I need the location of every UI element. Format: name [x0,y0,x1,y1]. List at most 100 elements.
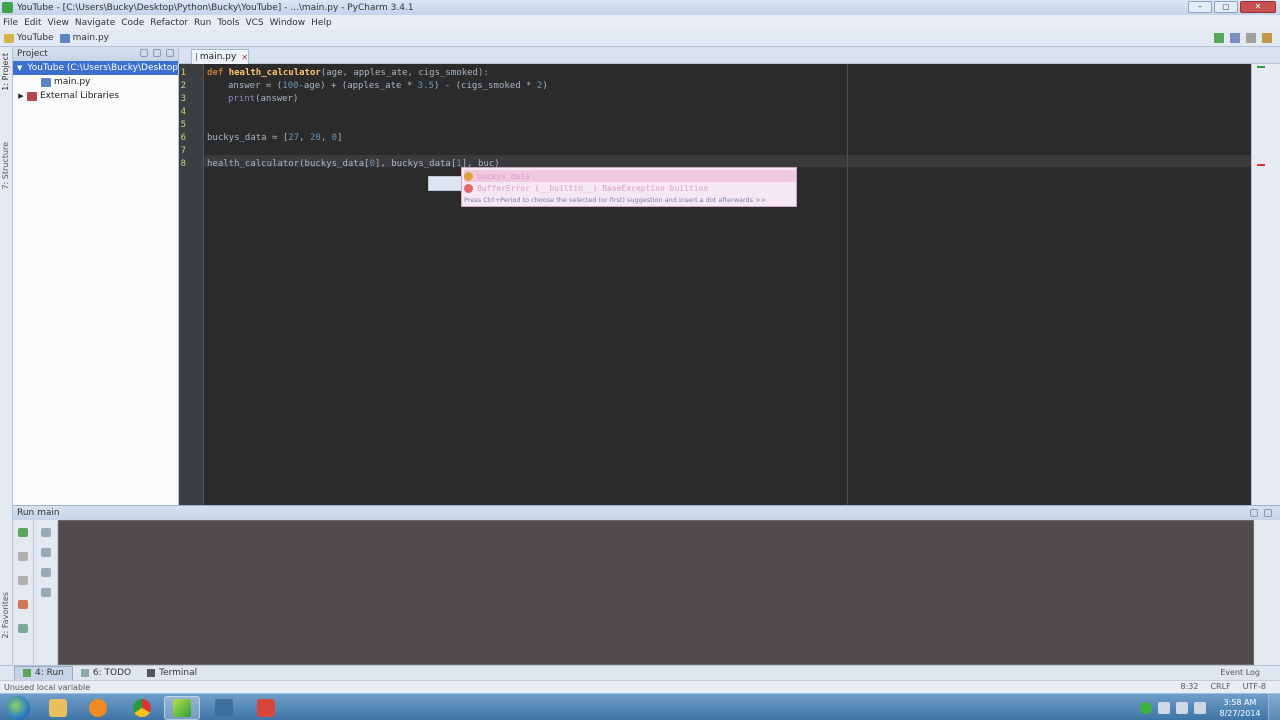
run-tool-button[interactable]: 4: Run [14,665,73,681]
start-button[interactable] [6,696,30,720]
menu-window[interactable]: Window [270,18,306,28]
code-line-3[interactable]: print(answer) [228,93,298,106]
sync-icon[interactable] [140,49,148,57]
code-line-1[interactable]: def health_calculator(age, apples_ate, c… [207,67,489,80]
right-tool-strip [1251,64,1280,505]
settings-icon[interactable] [1246,33,1256,43]
maximize-button[interactable]: ▢ [1214,1,1238,13]
console-scrollbar[interactable] [1254,520,1280,665]
taskbar-clock[interactable]: 3:58 AM 8/27/2014 [1212,697,1268,719]
variable-icon [464,171,473,181]
editor-tab-label: main.py [199,52,237,62]
wrap-icon[interactable] [41,568,51,577]
taskbar-chrome[interactable] [124,696,160,720]
code-editor[interactable]: def health_calculator(age, apples_ate, c… [204,64,1251,505]
menu-edit[interactable]: Edit [24,18,41,28]
window-controls: – ▢ ✕ [1188,1,1276,13]
rerun-icon[interactable] [18,528,28,537]
todo-icon [80,669,89,677]
help-icon[interactable] [18,624,28,633]
media-player-icon [89,699,107,717]
editor-tab-main-py[interactable]: main.py ✕ [191,49,249,64]
menu-view[interactable]: View [48,18,69,28]
project-panel-icons [140,49,174,57]
line-separator[interactable]: CRLF [1210,682,1230,691]
menu-navigate[interactable]: Navigate [75,18,115,28]
collapse-arrow-icon[interactable]: ▶ [17,92,25,100]
folder-icon [49,699,67,717]
terminal-tool-button[interactable]: Terminal [139,666,205,681]
structure-tool-button[interactable]: 7: Structure [1,142,10,190]
close-icon[interactable] [18,600,28,609]
folder-icon [4,33,14,43]
menu-run[interactable]: Run [194,18,211,28]
project-tool-button[interactable]: 1: Project [1,53,10,91]
taskbar-app-6[interactable] [248,696,284,720]
caret-position[interactable]: 8:32 [1181,682,1199,691]
project-panel-title[interactable]: Project [17,49,48,59]
down-arrow-icon[interactable] [41,548,51,557]
line-number: 3 [180,94,186,104]
tree-item-label: External Libraries [40,91,120,101]
up-arrow-icon[interactable] [41,528,51,537]
stop-icon[interactable] [18,576,28,585]
event-log-button[interactable]: Event Log [1220,668,1260,677]
hide-icon[interactable] [1264,509,1272,517]
taskbar-media-player[interactable] [80,696,116,720]
close-tab-icon[interactable]: ✕ [241,53,248,62]
tool-window-bar: 4: Run 6: TODO Terminal Event Log [0,665,1280,681]
tree-item-main-py[interactable]: main.py [13,75,178,89]
title-bar: YouTube - [C:\Users\Bucky\Desktop\Python… [0,0,1280,15]
code-line-8[interactable]: health_calculator(buckys_data[0], buckys… [207,158,500,171]
tree-item-project-root[interactable]: ▼ YouTube (C:\Users\Bucky\Desktop\Py [13,61,192,75]
code-line-2[interactable]: answer = (100-age) + (apples_ate * 3.5) … [228,80,548,93]
menu-bar: File Edit View Navigate Code Refactor Ru… [0,15,1280,30]
debug-icon[interactable] [1230,33,1240,43]
completion-item[interactable]: buckys_data [464,170,796,182]
run-icon[interactable] [1214,33,1224,43]
code-line-6[interactable]: buckys_data = [27, 20, 0] [207,132,343,145]
show-desktop-button[interactable] [1268,694,1280,720]
inspection-ok-icon[interactable] [1257,66,1265,68]
run-console-output[interactable] [58,520,1254,665]
file-encoding[interactable]: UTF-8 [1243,682,1266,691]
completion-item[interactable]: BufferError (__builtin__) BaseException … [464,182,708,194]
line-number: 5 [180,120,186,130]
breadcrumb-file[interactable]: main.py [59,33,109,43]
tree-item-external-libraries[interactable]: ▶ External Libraries [13,89,178,103]
network-icon[interactable] [1176,701,1188,714]
menu-vcs[interactable]: VCS [245,18,263,28]
hide-icon[interactable] [166,49,174,57]
breadcrumb-project[interactable]: YouTube [4,33,54,43]
print-icon[interactable] [41,588,51,597]
gear-icon[interactable] [153,49,161,57]
breadcrumb-file-label: main.py [72,33,109,43]
volume-icon[interactable] [1194,701,1206,714]
window-title: YouTube - [C:\Users\Bucky\Desktop\Python… [17,2,414,13]
library-icon [27,91,37,101]
menu-refactor[interactable]: Refactor [150,18,188,28]
menu-tools[interactable]: Tools [217,18,239,28]
clock-time: 3:58 AM [1223,697,1257,707]
status-bar: Unused local variable 8:32 CRLF UTF-8 [0,680,1280,693]
pause-icon[interactable] [18,552,28,561]
menu-code[interactable]: Code [121,18,144,28]
favorites-tool-button[interactable]: 2: Favorites [1,592,10,638]
run-toolbar-primary [13,520,34,665]
todo-tool-button[interactable]: 6: TODO [73,666,139,681]
menu-file[interactable]: File [3,18,18,28]
expand-arrow-icon[interactable]: ▼ [17,64,22,72]
taskbar-explorer[interactable] [40,696,76,720]
flag-icon[interactable] [1158,701,1170,714]
project-panel-header: Project [13,47,178,61]
minimize-button[interactable]: – [1188,1,1212,13]
menu-help[interactable]: Help [311,18,332,28]
gear-icon[interactable] [1250,509,1258,517]
close-button[interactable]: ✕ [1240,1,1276,13]
status-ok-icon[interactable] [1140,701,1152,714]
error-marker-icon[interactable] [1257,164,1265,166]
taskbar-pycharm[interactable] [164,696,200,720]
python-file-icon [41,77,51,87]
help-icon[interactable] [1262,33,1272,43]
taskbar-app-5[interactable] [206,696,242,720]
